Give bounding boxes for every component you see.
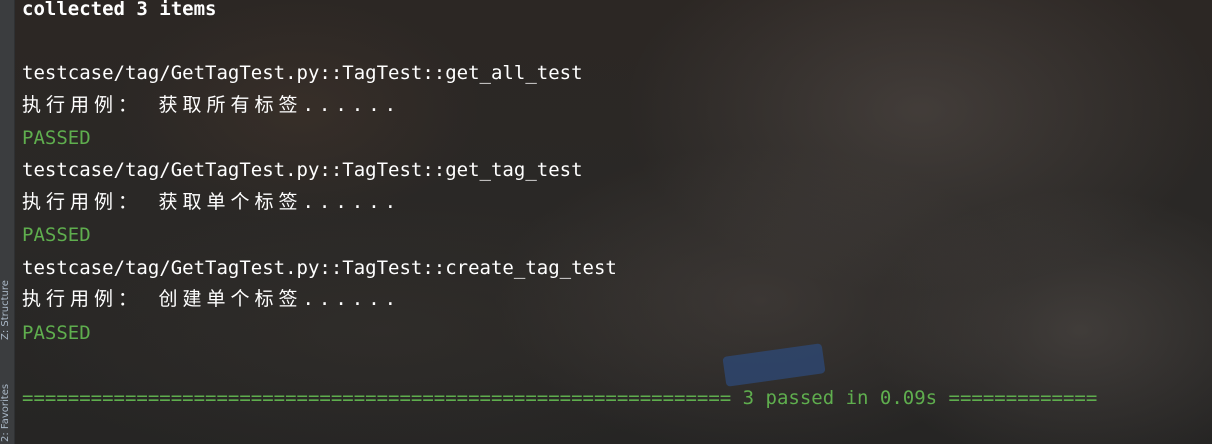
test-id-line: testcase/tag/GetTagTest.py::TagTest::cre… — [22, 257, 617, 279]
test-result-passed: PASSED — [22, 322, 91, 344]
test-id-line: testcase/tag/GetTagTest.py::TagTest::get… — [22, 159, 583, 181]
tool-window-strip: Z: Structure 2: Favorites — [0, 0, 15, 444]
test-message-line: 执行用例： 获取所有标签...... — [22, 94, 402, 116]
favorites-tab[interactable]: 2: Favorites — [0, 372, 15, 442]
test-summary-line: ========================================… — [22, 387, 1098, 409]
test-result-passed: PASSED — [22, 224, 91, 246]
test-id-line: testcase/tag/GetTagTest.py::TagTest::get… — [22, 62, 583, 84]
terminal-window: Z: Structure 2: Favorites collected 3 it… — [0, 0, 1212, 444]
structure-tab[interactable]: Z: Structure — [0, 250, 15, 340]
test-result-passed: PASSED — [22, 127, 91, 149]
run-console-output[interactable]: collected 3 items testcase/tag/GetTagTes… — [22, 0, 1212, 444]
test-message-line: 执行用例： 获取单个标签...... — [22, 191, 402, 213]
collected-header: collected 3 items — [22, 0, 217, 20]
test-message-line: 执行用例： 创建单个标签...... — [22, 288, 402, 310]
